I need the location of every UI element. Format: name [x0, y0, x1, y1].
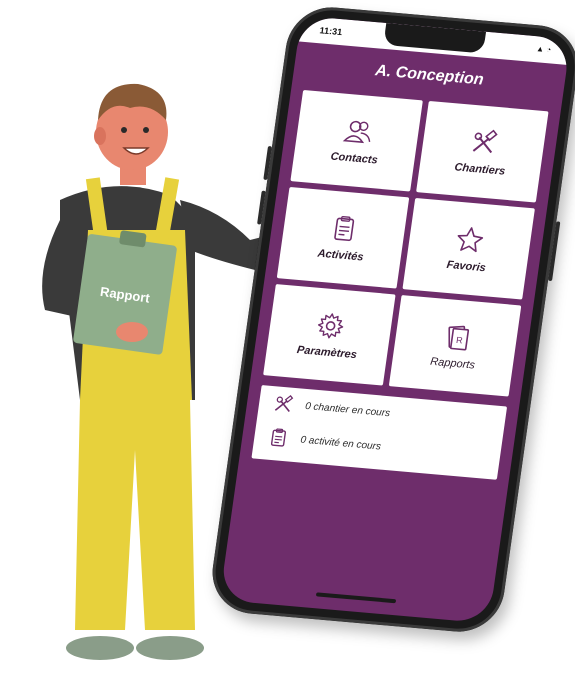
- phone-frame: 11:31 ▲ ◔ A. Conception Contacts Chantie…: [184, 0, 575, 660]
- tile-label-parametres: Paramètres: [296, 344, 358, 362]
- left-hand: [116, 322, 148, 342]
- tile-chantiers[interactable]: Chantiers: [416, 100, 549, 203]
- tile-label-activites: Activités: [316, 247, 365, 264]
- tile-contacts[interactable]: Contacts: [290, 89, 423, 192]
- status-time: 11:31: [318, 25, 343, 38]
- clipboard-icon: [334, 216, 355, 242]
- tile-activites[interactable]: Activités: [276, 186, 410, 289]
- tools-icon: [472, 129, 498, 154]
- app-title: A. Conception: [374, 62, 485, 89]
- phone-mockup: 11:31 ▲ ◔ A. Conception Contacts Chantie…: [206, 3, 575, 648]
- left-shoe: [66, 636, 134, 660]
- tile-label-rapports: Rapports: [429, 355, 476, 372]
- tile-label-chantiers: Chantiers: [453, 161, 506, 178]
- ear: [94, 127, 106, 145]
- tile-parametres[interactable]: Paramètres: [263, 284, 396, 386]
- summary-chantiers-text: 0 chantier en cours: [304, 400, 391, 419]
- report-icon: R: [448, 325, 470, 351]
- tile-label-favoris: Favoris: [445, 258, 487, 275]
- tools-icon: [274, 394, 294, 413]
- menu-grid: Contacts Chantiers Activités Favoris Par…: [263, 89, 549, 397]
- gear-icon: [317, 313, 344, 339]
- tile-label-contacts: Contacts: [329, 150, 379, 167]
- home-indicator[interactable]: [315, 592, 397, 604]
- right-shoe: [136, 636, 204, 660]
- clipboard-icon: [270, 428, 287, 447]
- status-icons: ▲ ◔: [535, 44, 552, 55]
- left-eye: [121, 127, 127, 133]
- overalls-legs: [75, 400, 195, 630]
- summary-panel: 0 chantier en cours 0 activité en cours: [251, 385, 508, 480]
- people-icon: [342, 120, 371, 144]
- phone-screen: 11:31 ▲ ◔ A. Conception Contacts Chantie…: [219, 15, 571, 624]
- tile-rapports[interactable]: R Rapports: [388, 295, 522, 397]
- summary-activites-text: 0 activité en cours: [299, 434, 382, 453]
- star-icon: [457, 227, 484, 253]
- right-eye: [143, 127, 149, 133]
- tile-favoris[interactable]: Favoris: [402, 197, 535, 300]
